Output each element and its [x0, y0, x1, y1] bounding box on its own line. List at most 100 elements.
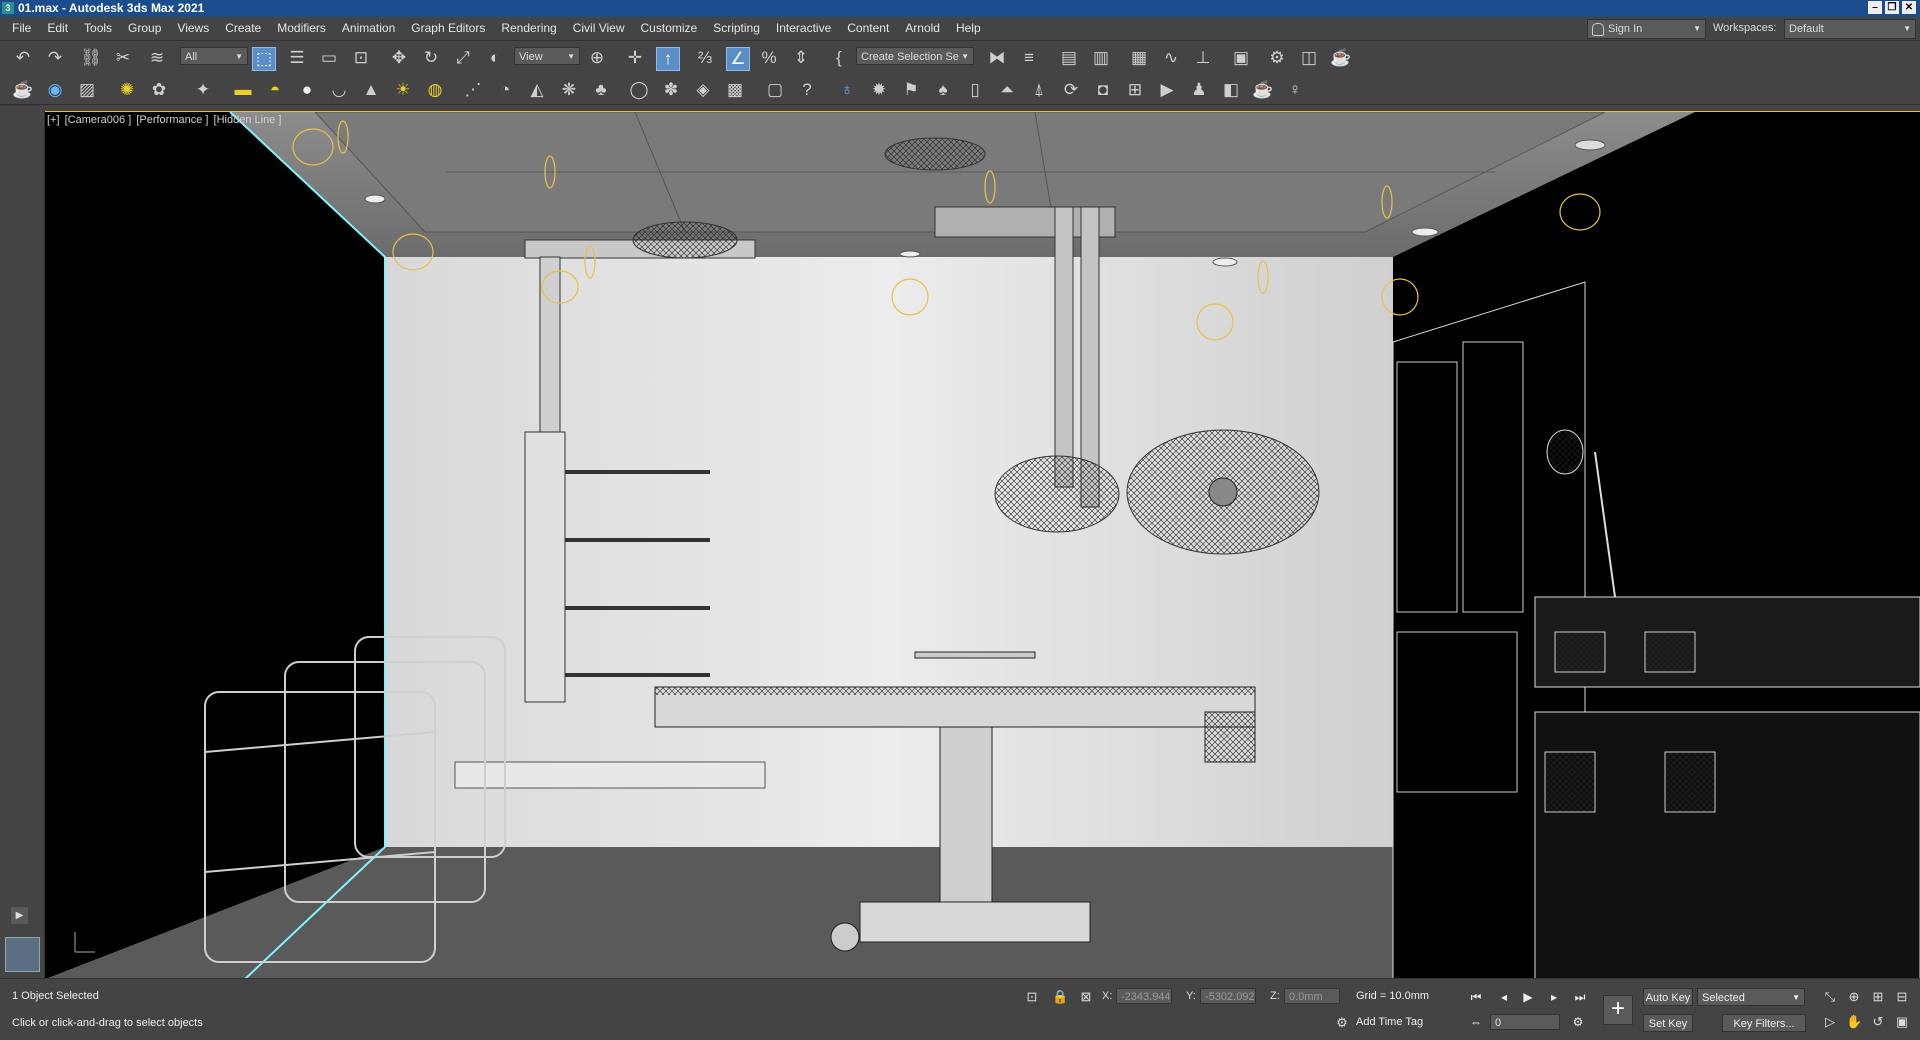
move-icon[interactable]: ✥ [388, 47, 410, 69]
isolate-selection-icon[interactable]: ⊡ [1024, 989, 1040, 1005]
skydome-icon[interactable]: ◓ [264, 79, 286, 101]
redo-icon[interactable]: ↷ [44, 47, 66, 69]
maximize-viewport-icon[interactable]: ▣ [1894, 1014, 1910, 1030]
teapot-icon[interactable]: ☕ [12, 79, 34, 101]
lightbulb-icon[interactable]: ♁ [836, 79, 858, 101]
z-coordinate-field[interactable]: 0.0mm [1284, 988, 1340, 1004]
angle-snap-icon[interactable]: ∠ [726, 47, 750, 71]
y-coordinate-field[interactable]: -5302.092r [1200, 988, 1256, 1004]
point-light-icon[interactable]: ◍ [424, 79, 446, 101]
sign-in-dropdown[interactable]: Sign In ▼ [1587, 19, 1706, 39]
keyboard-shortcut-override-icon[interactable]: ↑ [656, 47, 680, 71]
select-manipulate-icon[interactable]: ✛ [624, 47, 646, 69]
scene-explorer-icon[interactable]: ▤ [1058, 47, 1080, 69]
foliage-icon[interactable]: ♣ [590, 79, 612, 101]
color-palette-icon[interactable]: ✽ [660, 79, 682, 101]
material-sphere-icon[interactable]: ◯ [628, 79, 650, 101]
reference-coordinate-dropdown[interactable]: View ▼ [514, 47, 580, 65]
render-region-icon[interactable]: ▩ [724, 79, 746, 101]
material-editor-icon[interactable]: ▣ [1230, 47, 1252, 69]
selection-filter-dropdown[interactable]: All ▼ [180, 47, 248, 65]
hair-icon[interactable]: ⋰ [462, 79, 484, 101]
light-list-icon[interactable]: ✺ [116, 79, 138, 101]
render-view-icon[interactable]: ▨ [76, 79, 98, 101]
menu-animation[interactable]: Animation [334, 17, 403, 40]
orbit-icon[interactable]: ↺ [1870, 1014, 1886, 1030]
help-icon[interactable]: ? [796, 79, 818, 101]
menu-edit[interactable]: Edit [39, 17, 76, 40]
maximize-button[interactable]: ❐ [1885, 1, 1899, 14]
atmosphere-icon[interactable]: ❋ [558, 79, 580, 101]
fog-icon[interactable]: ◭ [526, 79, 548, 101]
zoom-icon[interactable]: ⤡ [1822, 989, 1838, 1005]
menu-arnold[interactable]: Arnold [897, 17, 948, 40]
menu-content[interactable]: Content [839, 17, 897, 40]
menu-rendering[interactable]: Rendering [493, 17, 564, 40]
minimize-button[interactable]: – [1868, 1, 1882, 14]
people-icon[interactable]: ♟ [1188, 79, 1210, 101]
menu-graph-editors[interactable]: Graph Editors [403, 17, 493, 40]
auto-key-button[interactable]: Auto Key [1643, 988, 1693, 1006]
workspace-dropdown[interactable]: Default ▼ [1784, 19, 1916, 39]
menu-group[interactable]: Group [120, 17, 169, 40]
rotate-icon[interactable]: ↻ [420, 47, 442, 69]
set-key-big-icon[interactable]: + [1603, 995, 1633, 1025]
sunlight-icon[interactable]: ✹ [868, 79, 890, 101]
scale-icon[interactable]: ⤢ [452, 47, 474, 69]
menu-civil-view[interactable]: Civil View [565, 17, 633, 40]
viewport-label[interactable]: [+] [Camera006 ] [Performance ] [Hidden … [47, 114, 283, 126]
zoom-all-icon[interactable]: ⊕ [1846, 989, 1862, 1005]
pivot-icon[interactable]: ⊕ [586, 47, 608, 69]
mesh-tools-icon[interactable]: ✦ [192, 79, 214, 101]
grid-icon[interactable]: ⊞ [1124, 79, 1146, 101]
named-selection-dropdown[interactable]: Create Selection Se ▼ [856, 47, 974, 65]
field-of-view-icon[interactable]: ▷ [1822, 1014, 1838, 1030]
play-animation-icon[interactable]: ▶ [1520, 989, 1536, 1005]
key-mode-dropdown[interactable]: Selected ▼ [1697, 988, 1805, 1006]
current-frame-field[interactable]: 0 [1490, 1014, 1560, 1030]
play-icon[interactable]: ▶ [11, 907, 28, 924]
menu-scripting[interactable]: Scripting [705, 17, 768, 40]
percent-snap-icon[interactable]: % [758, 47, 780, 69]
add-time-tag[interactable]: Add Time Tag [1356, 1016, 1423, 1028]
pan-view-icon[interactable]: ✋ [1846, 1014, 1862, 1030]
viewport-shading-menu[interactable]: [Hidden Line ] [214, 114, 282, 126]
viewport-camera-menu[interactable]: [Camera006 ] [65, 114, 132, 126]
goto-start-icon[interactable]: ⏮ [1468, 989, 1484, 1005]
ribbon-icon[interactable]: ▦ [1128, 47, 1150, 69]
operator-icon[interactable]: ✿ [148, 79, 170, 101]
zoom-extents-all-icon[interactable]: ⊟ [1894, 989, 1910, 1005]
time-tag-icon[interactable]: ⚙ [1334, 1015, 1350, 1031]
menu-interactive[interactable]: Interactive [768, 17, 839, 40]
circle-arrow-icon[interactable]: ⟳ [1060, 79, 1082, 101]
tree-icon[interactable]: ♠ [932, 79, 954, 101]
book-icon[interactable]: ▯ [964, 79, 986, 101]
previous-frame-icon[interactable]: ◂ [1496, 989, 1512, 1005]
layer-explorer-icon[interactable]: ▥ [1090, 47, 1112, 69]
spinner-snap-icon[interactable]: ⇕ [790, 47, 812, 69]
next-frame-icon[interactable]: ▸ [1546, 989, 1562, 1005]
window-crossing-icon[interactable]: ⊡ [350, 47, 372, 69]
teapot-small-icon[interactable]: ☕ [1252, 79, 1274, 101]
menu-help[interactable]: Help [948, 17, 989, 40]
viewport[interactable]: [+] [Camera006 ] [Performance ] [Hidden … [45, 111, 1920, 979]
plane-icon[interactable]: ▬ [232, 79, 254, 101]
zoom-extents-icon[interactable]: ⊞ [1870, 989, 1886, 1005]
menu-tools[interactable]: Tools [76, 17, 120, 40]
snap-icon[interactable]: ⅔ [694, 47, 716, 69]
volume-icon[interactable]: ◔ [494, 79, 516, 101]
sun-icon[interactable]: ☀ [392, 79, 414, 101]
link-icon[interactable]: ⛓ [80, 47, 102, 69]
key-filters-button[interactable]: Key Filters... [1722, 1014, 1806, 1032]
cone-light-icon[interactable]: ▲ [360, 79, 382, 101]
clipboard-icon[interactable]: ▢ [764, 79, 786, 101]
arnold-render-icon[interactable]: ◉ [44, 79, 66, 101]
camera-icon[interactable]: ⚑ [900, 79, 922, 101]
render-setup-icon[interactable]: ⚙ [1266, 47, 1288, 69]
render-teapot-icon[interactable]: ☕ [1330, 47, 1352, 69]
menu-create[interactable]: Create [217, 17, 269, 40]
menu-views[interactable]: Views [169, 17, 217, 40]
lock-icon[interactable]: 🔒 [1052, 989, 1068, 1005]
viewport-performance-menu[interactable]: [Performance ] [136, 114, 208, 126]
x-coordinate-field[interactable]: -2343.944r [1116, 988, 1172, 1004]
